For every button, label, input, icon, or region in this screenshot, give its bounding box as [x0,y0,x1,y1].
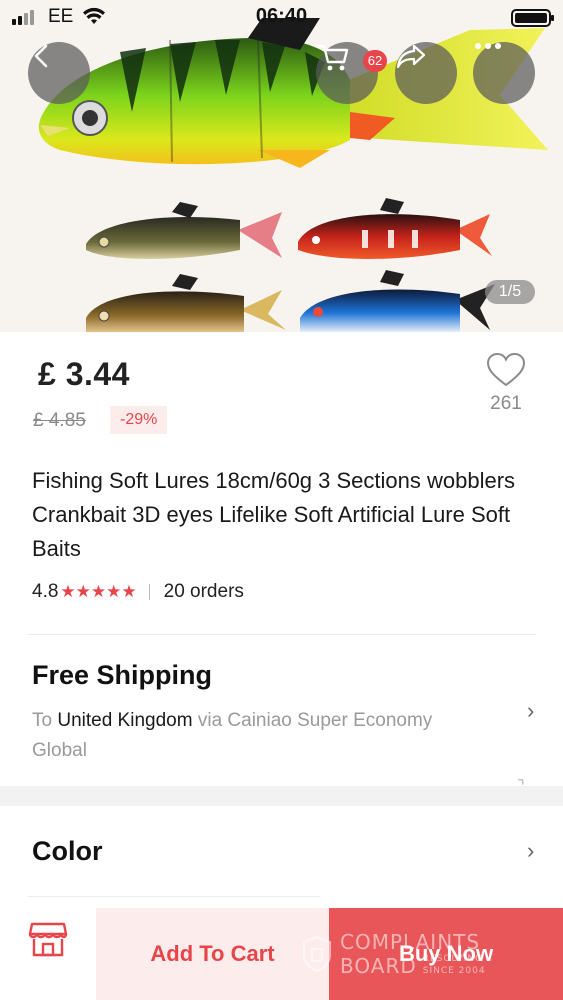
original-price: £ 4.85 [33,410,86,431]
perch-lure-illustration [86,202,282,259]
shipping-destination: United Kingdom [57,710,193,731]
divider [148,584,150,600]
rating-row[interactable]: 4.8 ★★★★★ 20 orders [32,581,244,603]
rating-stars: ★★★★★ [60,582,137,601]
section-divider [28,896,320,897]
orders-count: 20 orders [163,581,244,602]
image-counter: 1/5 [485,280,535,304]
chevron-right-icon: › [527,698,535,723]
rating-value: 4.8 [32,581,59,602]
section-separator [0,786,563,806]
shipping-title: Free Shipping [32,660,213,690]
store-icon [28,922,68,957]
product-image-gallery[interactable]: EE 06:40 62 1/5 [0,0,563,332]
large-lure-illustration [38,18,548,168]
share-button[interactable] [395,42,457,104]
buy-now-button[interactable]: Buy Now [329,908,563,1000]
discount-badge: -29% [110,406,168,434]
section-divider [28,634,536,635]
status-bar: EE 06:40 [0,0,563,36]
red-lure-illustration [298,198,492,259]
gold-lure-illustration [86,274,286,332]
more-button[interactable] [473,42,535,104]
heart-icon [486,352,526,387]
cart-icon [316,44,349,71]
bottom-action-bar: Add To Cart Buy Now [0,908,563,1000]
add-to-cart-button[interactable]: Add To Cart [96,908,329,1000]
wishlist-button[interactable] [486,352,526,393]
battery-icon [511,9,554,27]
chevron-right-icon: › [527,838,535,863]
more-icon [475,43,501,49]
share-icon [396,44,426,69]
wishlist-count: 261 [490,393,522,414]
cart-count-badge: 62 [363,50,387,72]
back-button[interactable] [28,42,90,104]
clock: 06:40 [255,5,308,27]
shipping-details: To United Kingdom via Cainiao Super Econ… [32,706,452,766]
shipping-to-label: To [32,710,53,731]
color-title: Color [32,836,103,866]
current-price: £ 3.44 [38,356,130,392]
product-title: Fishing Soft Lures 18cm/60g 3 Sections w… [32,468,516,561]
store-button[interactable] [0,908,96,1000]
back-arrow-icon [34,44,48,68]
blue-lure-illustration [300,270,495,332]
